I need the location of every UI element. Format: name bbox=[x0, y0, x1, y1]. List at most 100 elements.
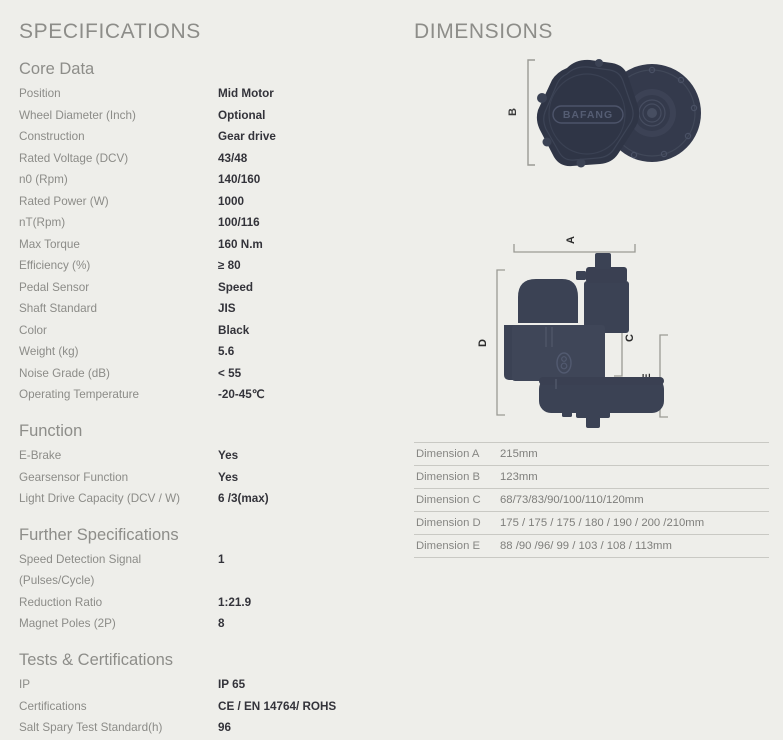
spec-value: 6 /3(max) bbox=[218, 492, 269, 506]
specifications-list: Core Data Position Mid Motor Wheel Diameter… bbox=[19, 58, 389, 739]
bafang-logo-text: BAFANG bbox=[563, 109, 613, 121]
table-row: Dimension A 215mm bbox=[414, 442, 769, 466]
spec-value: 160 N.m bbox=[218, 237, 263, 251]
spec-row: IP IP 65 bbox=[19, 674, 389, 696]
spec-label: E-Brake bbox=[19, 445, 218, 467]
spec-value: Yes bbox=[218, 470, 239, 484]
spec-label-text: Reduction Ratio bbox=[19, 595, 103, 609]
table-row: Dimension C 68/73/83/90/100/110/120mm bbox=[414, 488, 769, 512]
spec-label-text: Operating Temperature bbox=[19, 388, 139, 402]
spec-row: Certifications CE / EN 14764/ ROHS bbox=[19, 696, 389, 718]
spec-label-text: nT(Rpm) bbox=[19, 216, 66, 230]
spec-label-text: Magnet Poles (2P) bbox=[19, 617, 116, 631]
spec-row: nT(Rpm) 100/116 bbox=[19, 212, 389, 234]
spec-label: Efficiency (%) bbox=[19, 255, 218, 277]
spec-section-heading: Function bbox=[19, 421, 83, 440]
dimension-key: Dimension A bbox=[416, 448, 480, 460]
spec-section: Tests & Certifications IP IP 65 Certificati… bbox=[19, 649, 389, 739]
spec-row: Magnet Poles (2P) 8 bbox=[19, 613, 389, 635]
dimension-bracket-a bbox=[513, 244, 636, 253]
spec-value: 140/160 bbox=[218, 173, 261, 187]
spec-value: 1:21.9 bbox=[218, 595, 252, 609]
spec-row: Position Mid Motor bbox=[19, 83, 389, 105]
spec-label: Max Torque bbox=[19, 234, 218, 256]
spec-value: ≥ 80 bbox=[218, 259, 241, 273]
spec-label-text: Pedal Sensor bbox=[19, 280, 90, 294]
spec-row: Pedal Sensor Speed bbox=[19, 277, 389, 299]
spec-label: Speed Detection Signal (Pulses/Cycle) bbox=[19, 549, 218, 592]
spec-label-text: Position bbox=[19, 87, 61, 101]
spec-label: Color bbox=[19, 320, 218, 342]
spec-row: Salt Spary Test Standard(h) 96 bbox=[19, 717, 389, 739]
dimension-value: 123mm bbox=[500, 471, 538, 483]
spec-label-text: Certifications bbox=[19, 699, 87, 713]
dimension-value: 175 / 175 / 175 / 180 / 190 / 200 /210mm bbox=[500, 517, 705, 529]
spec-value: -20-45℃ bbox=[218, 388, 265, 402]
spec-value: 1 bbox=[218, 552, 225, 566]
spec-label-text: Rated Voltage (DCV) bbox=[19, 151, 129, 165]
spec-label-text: Weight (kg) bbox=[19, 345, 79, 359]
dimension-label-c: C bbox=[624, 334, 636, 342]
spec-value: Yes bbox=[218, 449, 239, 463]
spec-row: Rated Power (W) 1000 bbox=[19, 191, 389, 213]
spec-section-heading: Further Specifications bbox=[19, 525, 179, 544]
spec-value: Mid Motor bbox=[218, 87, 274, 101]
spec-label: Magnet Poles (2P) bbox=[19, 613, 218, 635]
spec-label-text: Rated Power (W) bbox=[19, 194, 109, 208]
spec-row: E-Brake Yes bbox=[19, 445, 389, 467]
spec-label-text-second-line: (Pulses/Cycle) bbox=[19, 574, 95, 588]
spec-row: Weight (kg) 5.6 bbox=[19, 341, 389, 363]
spec-label-text: Max Torque bbox=[19, 237, 80, 251]
spec-value: Optional bbox=[218, 108, 266, 122]
spec-row: Gearsensor Function Yes bbox=[19, 467, 389, 489]
spec-section-heading: Tests & Certifications bbox=[19, 650, 174, 669]
motor-side-silhouette bbox=[504, 253, 664, 428]
spec-label-text: n0 (Rpm) bbox=[19, 173, 68, 187]
spec-value: 100/116 bbox=[218, 216, 260, 230]
dimension-value: 68/73/83/90/100/110/120mm bbox=[500, 494, 644, 506]
dimension-key: Dimension E bbox=[416, 540, 481, 552]
spec-value: 5.6 bbox=[218, 345, 235, 359]
spec-label: Weight (kg) bbox=[19, 341, 218, 363]
motor-side-view-svg: A D C E bbox=[477, 236, 668, 428]
spec-label: Gearsensor Function bbox=[19, 467, 218, 489]
spec-label: Pedal Sensor bbox=[19, 277, 218, 299]
dimension-label-d: D bbox=[477, 339, 489, 347]
spec-row: Shaft Standard JIS bbox=[19, 298, 389, 320]
spec-label-text: E-Brake bbox=[19, 449, 62, 463]
spec-row: Construction Gear drive bbox=[19, 126, 389, 148]
spec-label: Reduction Ratio bbox=[19, 592, 218, 614]
spec-label-text: Salt Spary Test Standard(h) bbox=[19, 721, 163, 735]
spec-label: Shaft Standard bbox=[19, 298, 218, 320]
spec-value: JIS bbox=[218, 302, 236, 316]
spec-value: Speed bbox=[218, 280, 254, 294]
dimension-value: 88 /90 /96/ 99 / 103 / 108 / 113mm bbox=[500, 540, 672, 552]
spec-label-text: Shaft Standard bbox=[19, 302, 97, 316]
spec-value: Black bbox=[218, 323, 250, 337]
spec-value: CE / EN 14764/ ROHS bbox=[218, 699, 337, 713]
spec-value: 1000 bbox=[218, 194, 245, 208]
spec-section-heading: Core Data bbox=[19, 60, 95, 78]
motor-front-view-svg: B BAFANG bbox=[507, 59, 701, 168]
spec-label: Certifications bbox=[19, 696, 218, 718]
spec-label: Noise Grade (dB) bbox=[19, 363, 218, 385]
spec-label: Operating Temperature bbox=[19, 384, 218, 406]
spec-label: Rated Voltage (DCV) bbox=[19, 148, 218, 170]
spec-label: Wheel Diameter (Inch) bbox=[19, 105, 218, 127]
spec-value: 96 bbox=[218, 721, 232, 735]
spec-section: Function E-Brake Yes Gearsensor Function Yes… bbox=[19, 420, 389, 510]
table-row: Dimension D 175 / 175 / 175 / 180 / 190 /… bbox=[414, 511, 769, 535]
spec-value: 43/48 bbox=[218, 151, 248, 165]
spec-row: Noise Grade (dB) < 55 bbox=[19, 363, 389, 385]
spec-row: Wheel Diameter (Inch) Optional bbox=[19, 105, 389, 127]
spec-label-text: Speed Detection Signal bbox=[19, 552, 142, 566]
spec-label-text: IP bbox=[19, 678, 31, 692]
spec-value: 8 bbox=[218, 617, 225, 631]
dimension-bracket-b bbox=[527, 59, 535, 166]
dimensions-panel: DIMENSIONS B BAFANG A D C Dimension A 21… bbox=[400, 0, 783, 740]
spec-row: Operating Temperature -20-45℃ bbox=[19, 384, 389, 406]
spec-label: Light Drive Capacity (DCV / W) bbox=[19, 488, 218, 510]
dimension-key: Dimension B bbox=[416, 471, 481, 483]
dimension-key: Dimension C bbox=[416, 494, 481, 506]
spec-value: Gear drive bbox=[218, 130, 276, 144]
